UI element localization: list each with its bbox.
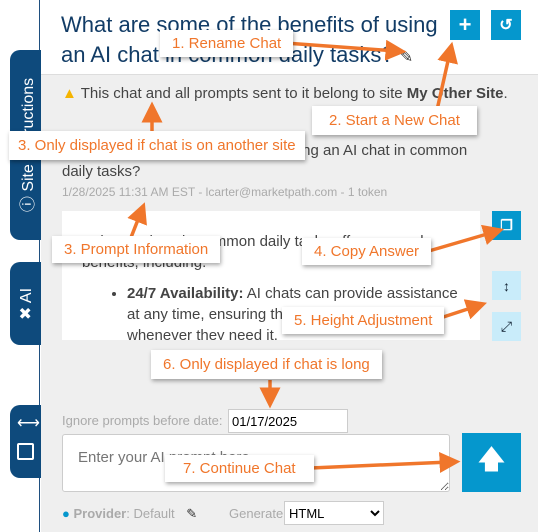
annotation-new-chat: 2. Start a New Chat — [312, 106, 477, 135]
annotation-arrows — [127, 39, 505, 473]
annotation-other-site: 3. Only displayed if chat is on another … — [9, 131, 305, 160]
arrow-continue — [310, 451, 461, 473]
annotation-copy-answer: 4. Copy Answer — [302, 238, 432, 265]
annotation-rename-chat: 1. Rename Chat — [160, 30, 294, 57]
annotation-continue-chat: 7. Continue Chat — [165, 455, 314, 482]
arrow-copy — [421, 224, 505, 255]
annotation-prompt-info: 3. Prompt Information — [52, 236, 221, 263]
annotation-chat-long: 6. Only displayed if chat is long — [151, 350, 382, 379]
annotation-height: 5. Height Adjustment — [282, 307, 445, 334]
arrow-new-chat — [435, 41, 458, 111]
arrow-rename — [284, 39, 407, 61]
